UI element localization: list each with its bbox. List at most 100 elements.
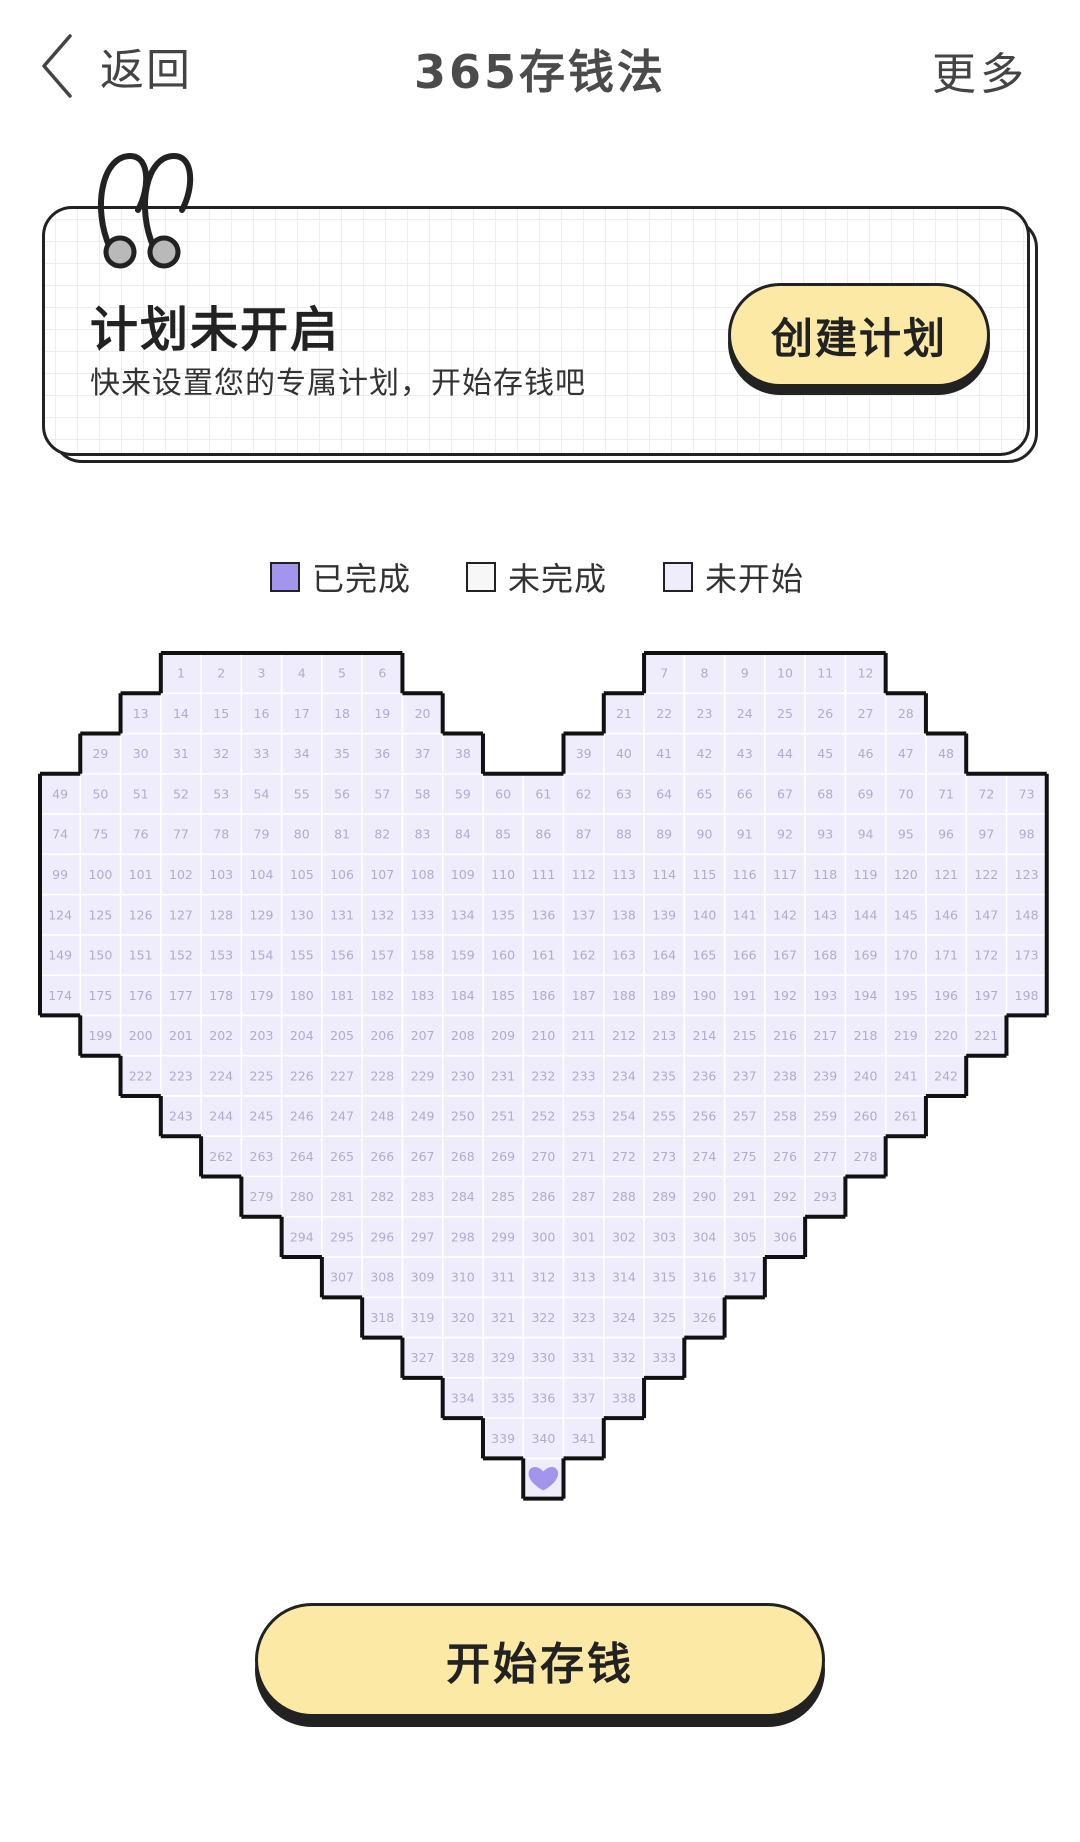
day-cell-183[interactable]: 183 [411, 988, 435, 1003]
day-cell-123[interactable]: 123 [1015, 867, 1039, 882]
day-cell-279[interactable]: 279 [250, 1189, 274, 1204]
day-cell-193[interactable]: 193 [813, 988, 837, 1003]
day-cell-69[interactable]: 69 [858, 786, 874, 801]
day-cell-307[interactable]: 307 [330, 1270, 354, 1285]
day-cell-134[interactable]: 134 [451, 907, 475, 922]
day-cell-140[interactable]: 140 [693, 907, 717, 922]
day-cell-105[interactable]: 105 [290, 867, 314, 882]
day-cell-100[interactable]: 100 [88, 867, 112, 882]
day-cell-196[interactable]: 196 [934, 988, 958, 1003]
day-cell-47[interactable]: 47 [898, 746, 914, 761]
day-cell-25[interactable]: 25 [777, 706, 793, 721]
day-cell-248[interactable]: 248 [370, 1109, 394, 1124]
day-cell-82[interactable]: 82 [374, 827, 390, 842]
day-cell-43[interactable]: 43 [737, 746, 753, 761]
day-cell-146[interactable]: 146 [934, 907, 958, 922]
day-cell-72[interactable]: 72 [978, 786, 994, 801]
day-cell-27[interactable]: 27 [858, 706, 874, 721]
day-cell-179[interactable]: 179 [250, 988, 274, 1003]
day-cell-20[interactable]: 20 [415, 706, 431, 721]
day-cell-145[interactable]: 145 [894, 907, 918, 922]
day-cell-58[interactable]: 58 [415, 786, 431, 801]
day-cell-103[interactable]: 103 [209, 867, 233, 882]
day-cell-242[interactable]: 242 [934, 1068, 958, 1083]
day-cell-258[interactable]: 258 [773, 1109, 797, 1124]
day-cell-28[interactable]: 28 [898, 706, 914, 721]
day-cell-6[interactable]: 6 [378, 666, 386, 681]
day-cell-280[interactable]: 280 [290, 1189, 314, 1204]
day-cell-190[interactable]: 190 [693, 988, 717, 1003]
day-cell-117[interactable]: 117 [773, 867, 797, 882]
day-cell-163[interactable]: 163 [612, 948, 636, 963]
day-cell-162[interactable]: 162 [572, 948, 596, 963]
day-cell-7[interactable]: 7 [660, 666, 668, 681]
day-cell-50[interactable]: 50 [92, 786, 108, 801]
day-cell-313[interactable]: 313 [572, 1270, 596, 1285]
day-cell-247[interactable]: 247 [330, 1109, 354, 1124]
day-cell-149[interactable]: 149 [48, 948, 72, 963]
day-cell-289[interactable]: 289 [652, 1189, 676, 1204]
day-cell-286[interactable]: 286 [531, 1189, 555, 1204]
day-cell-49[interactable]: 49 [52, 786, 68, 801]
day-cell-261[interactable]: 261 [894, 1109, 918, 1124]
day-cell-326[interactable]: 326 [693, 1310, 717, 1325]
day-cell-314[interactable]: 314 [612, 1270, 636, 1285]
day-cell-220[interactable]: 220 [934, 1028, 958, 1043]
day-cell-94[interactable]: 94 [858, 827, 874, 842]
day-cell-278[interactable]: 278 [854, 1149, 878, 1164]
day-cell-340[interactable]: 340 [531, 1431, 555, 1446]
day-cell-75[interactable]: 75 [92, 827, 108, 842]
day-cell-37[interactable]: 37 [415, 746, 431, 761]
day-cell-338[interactable]: 338 [612, 1390, 636, 1405]
day-cell-45[interactable]: 45 [817, 746, 833, 761]
day-cell-141[interactable]: 141 [733, 907, 757, 922]
day-cell-310[interactable]: 310 [451, 1270, 475, 1285]
day-cell-226[interactable]: 226 [290, 1068, 314, 1083]
day-cell-70[interactable]: 70 [898, 786, 914, 801]
day-cell-282[interactable]: 282 [370, 1189, 394, 1204]
day-cell-237[interactable]: 237 [733, 1068, 757, 1083]
day-cell-89[interactable]: 89 [656, 827, 672, 842]
day-cell-78[interactable]: 78 [213, 827, 229, 842]
day-cell-137[interactable]: 137 [572, 907, 596, 922]
day-cell-270[interactable]: 270 [531, 1149, 555, 1164]
start-saving-button[interactable]: 开始存钱 [255, 1603, 825, 1717]
day-cell-250[interactable]: 250 [451, 1109, 475, 1124]
day-cell-221[interactable]: 221 [974, 1028, 998, 1043]
day-cell-62[interactable]: 62 [576, 786, 592, 801]
day-cell-84[interactable]: 84 [455, 827, 471, 842]
day-cell-40[interactable]: 40 [616, 746, 632, 761]
day-cell-266[interactable]: 266 [370, 1149, 394, 1164]
day-cell-108[interactable]: 108 [411, 867, 435, 882]
day-cell-135[interactable]: 135 [491, 907, 515, 922]
day-cell-13[interactable]: 13 [133, 706, 149, 721]
day-cell-219[interactable]: 219 [894, 1028, 918, 1043]
day-cell-18[interactable]: 18 [334, 706, 350, 721]
day-cell-101[interactable]: 101 [129, 867, 153, 882]
day-cell-136[interactable]: 136 [531, 907, 555, 922]
day-cell-268[interactable]: 268 [451, 1149, 475, 1164]
day-cell-155[interactable]: 155 [290, 948, 314, 963]
day-cell-245[interactable]: 245 [250, 1109, 274, 1124]
day-cell-16[interactable]: 16 [254, 706, 270, 721]
day-cell-66[interactable]: 66 [737, 786, 753, 801]
day-cell-339[interactable]: 339 [491, 1431, 515, 1446]
day-cell-22[interactable]: 22 [656, 706, 672, 721]
day-cell-306[interactable]: 306 [773, 1229, 797, 1244]
day-cell-334[interactable]: 334 [451, 1390, 475, 1405]
day-cell-57[interactable]: 57 [374, 786, 390, 801]
day-cell-79[interactable]: 79 [254, 827, 270, 842]
day-cell-156[interactable]: 156 [330, 948, 354, 963]
day-cell-168[interactable]: 168 [813, 948, 837, 963]
day-cell-201[interactable]: 201 [169, 1028, 193, 1043]
day-cell-55[interactable]: 55 [294, 786, 310, 801]
day-cell-197[interactable]: 197 [974, 988, 998, 1003]
day-cell-329[interactable]: 329 [491, 1350, 515, 1365]
day-cell-194[interactable]: 194 [854, 988, 878, 1003]
day-cell-61[interactable]: 61 [535, 786, 551, 801]
day-cell-255[interactable]: 255 [652, 1109, 676, 1124]
day-cell-188[interactable]: 188 [612, 988, 636, 1003]
day-cell-304[interactable]: 304 [693, 1229, 717, 1244]
day-cell-203[interactable]: 203 [250, 1028, 274, 1043]
day-cell-214[interactable]: 214 [693, 1028, 717, 1043]
